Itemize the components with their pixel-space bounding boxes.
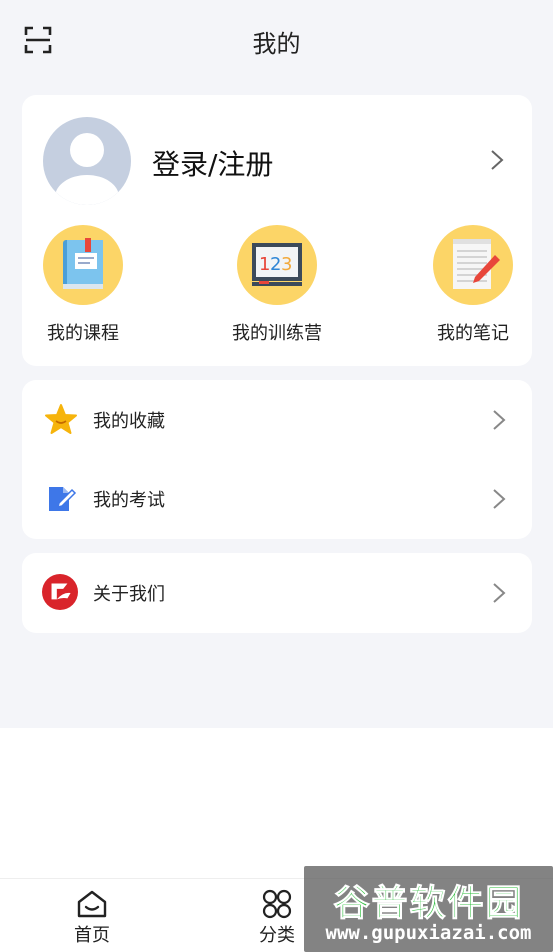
quick-link-label: 我的训练营 bbox=[232, 323, 322, 344]
book-icon bbox=[43, 225, 123, 305]
quick-link-label: 我的课程 bbox=[47, 323, 119, 344]
menu-card: 我的收藏 我的考试 bbox=[22, 380, 532, 539]
quick-link-my-courses[interactable]: 我的课程 bbox=[28, 225, 138, 345]
menu-item-label: 关于我们 bbox=[93, 584, 165, 605]
tab-label: 首页 bbox=[74, 925, 110, 946]
brand-logo-icon bbox=[42, 574, 78, 610]
chevron-right-icon bbox=[493, 410, 506, 430]
home-icon bbox=[77, 890, 107, 918]
tab-home[interactable]: 首页 bbox=[32, 879, 152, 952]
watermark-overlay: 谷普软件园 www.gupuxiazai.com bbox=[304, 866, 553, 952]
svg-text:3: 3 bbox=[281, 254, 292, 275]
top-bar: 我的 bbox=[0, 0, 553, 82]
about-card: 关于我们 bbox=[22, 553, 532, 633]
menu-item-about-us[interactable]: 关于我们 bbox=[22, 553, 532, 633]
svg-text:1: 1 bbox=[259, 254, 270, 275]
star-icon bbox=[45, 404, 77, 434]
watermark-title: 谷普软件园 bbox=[333, 883, 524, 925]
profile-card: 登录/注册 我的课程 1 2 3 我的训练营 我的笔记 bbox=[22, 95, 532, 366]
quick-link-my-notes[interactable]: 我的笔记 bbox=[418, 225, 528, 345]
chevron-right-icon[interactable] bbox=[490, 149, 504, 171]
menu-item-favorites[interactable]: 我的收藏 bbox=[22, 380, 532, 460]
menu-item-label: 我的收藏 bbox=[93, 411, 165, 432]
watermark-url: www.gupuxiazai.com bbox=[325, 922, 532, 944]
exam-edit-icon bbox=[49, 487, 77, 511]
menu-item-exams[interactable]: 我的考试 bbox=[22, 459, 532, 539]
quick-link-my-bootcamp[interactable]: 1 2 3 我的训练营 bbox=[222, 225, 332, 345]
chevron-right-icon bbox=[493, 583, 506, 603]
menu-item-label: 我的考试 bbox=[93, 490, 165, 511]
svg-text:2: 2 bbox=[270, 254, 281, 275]
login-register-link[interactable]: 登录/注册 bbox=[152, 143, 273, 183]
blackboard-123-icon: 1 2 3 bbox=[237, 225, 317, 305]
category-grid-icon bbox=[262, 889, 292, 919]
page-title: 我的 bbox=[252, 30, 301, 58]
default-avatar-icon[interactable] bbox=[43, 117, 131, 205]
quick-link-label: 我的笔记 bbox=[437, 323, 509, 344]
chevron-right-icon bbox=[493, 489, 506, 509]
notepad-pencil-icon bbox=[433, 225, 513, 305]
